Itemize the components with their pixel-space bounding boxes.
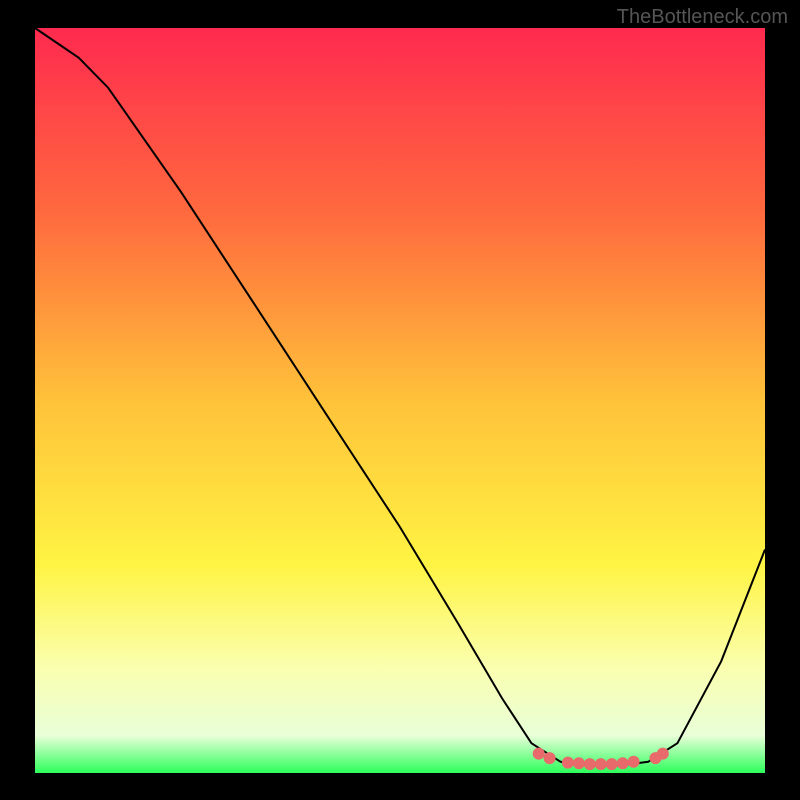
watermark-text: TheBottleneck.com (617, 6, 788, 29)
optimal-marker (533, 748, 545, 760)
optimal-marker (657, 748, 669, 760)
optimal-marker (544, 752, 556, 764)
chart-svg (0, 0, 800, 800)
optimal-marker (606, 758, 618, 770)
optimal-marker (617, 757, 629, 769)
bottleneck-chart (0, 0, 800, 800)
optimal-marker (573, 757, 585, 769)
optimal-marker (628, 756, 640, 768)
optimal-marker (584, 758, 596, 770)
optimal-marker (562, 757, 574, 769)
optimal-marker (595, 758, 607, 770)
